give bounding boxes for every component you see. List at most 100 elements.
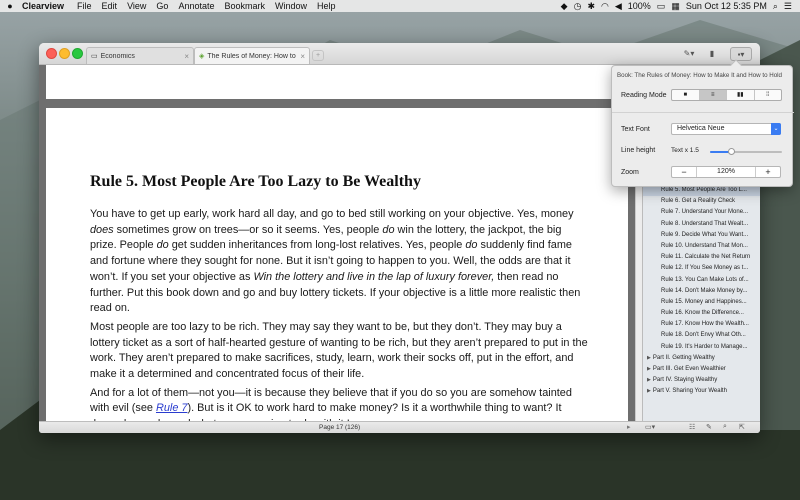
book-icon: ◈ <box>199 53 205 60</box>
evernote-icon[interactable]: ◆ <box>561 1 568 12</box>
menu-bookmark[interactable]: Bookmark <box>219 1 270 11</box>
slider-knob[interactable] <box>728 148 736 155</box>
close-window-button[interactable] <box>46 48 57 59</box>
spotlight-icon[interactable]: ⌕ <box>773 1 778 12</box>
toc-item-label: Rule 12. If You See Money as t... <box>661 265 749 272</box>
toc-part-item[interactable]: ▶ Part III. Get Even Wealthier <box>643 364 760 375</box>
tab-economics[interactable]: ▭ Economics × <box>86 47 194 64</box>
toc-item-label: Rule 19. It's Harder to Manage... <box>661 343 748 350</box>
battery-icon[interactable]: ▭ <box>657 1 666 12</box>
toc-item-label: Rule 5. Most People Are Too L... <box>661 187 747 193</box>
chapter-heading: Rule 5. Most People Are Too Lazy to Be W… <box>90 173 421 190</box>
toc-view-icon[interactable]: ☷ <box>689 423 695 431</box>
status-area: ◆ ◷ ✱ ◠ ◀ 100% ▭ ▦ Sun Oct 12 5:35 PM ⌕ … <box>561 1 800 12</box>
menu-view[interactable]: View <box>122 1 151 11</box>
toc-rule-item[interactable]: Rule 9. Decide What You Want... <box>643 230 760 241</box>
reading-mode-single-page[interactable]: ■ <box>672 90 700 100</box>
paragraph-1: You have to get up early, work hard all … <box>90 208 581 315</box>
sidebar-menu-icon[interactable]: ▭▾ <box>645 423 655 431</box>
volume-icon[interactable]: ◀ <box>615 1 622 12</box>
toc-item-label: Rule 9. Decide What You Want... <box>661 231 749 238</box>
tab-book[interactable]: ◈ The Rules of Money: How to M × <box>194 47 310 64</box>
menu-annotate[interactable]: Annotate <box>173 1 219 11</box>
toc-part-item[interactable]: ▶ Part V. Sharing Your Wealth <box>643 386 760 397</box>
time-machine-icon[interactable]: ◷ <box>574 1 582 12</box>
view-options-button[interactable]: ▪▾ <box>730 47 752 61</box>
toc-item-label: Rule 18. Don't Envy What Oth... <box>661 332 746 339</box>
wifi-icon[interactable]: ◠ <box>601 1 609 12</box>
clock[interactable]: Sun Oct 12 5:35 PM <box>686 1 767 11</box>
menu-help[interactable]: Help <box>312 1 341 11</box>
line-height-slider[interactable] <box>710 148 782 155</box>
toc-part-item[interactable]: ▶ Part II. Getting Wealthy <box>643 353 760 364</box>
previous-page <box>46 65 628 99</box>
toc-rule-item[interactable]: Rule 12. If You See Money as t... <box>643 263 760 274</box>
toc-item-label: Rule 15. Money and Happines... <box>661 298 747 305</box>
zoom-out-button[interactable]: − <box>672 167 696 177</box>
rule-7-link[interactable]: Rule 7 <box>156 402 187 414</box>
bookmark-icon[interactable]: ▮ <box>706 47 718 61</box>
notes-view-icon[interactable]: ✎ <box>706 423 712 431</box>
menu-window[interactable]: Window <box>270 1 312 11</box>
toc-item-label: Rule 6. Get a Reality Check <box>661 198 736 205</box>
battery-percent[interactable]: 100% <box>628 1 651 11</box>
zoom-window-button[interactable] <box>72 48 83 59</box>
reading-mode-grid[interactable]: ⁞⁞ <box>755 90 782 100</box>
apple-icon[interactable]: ● <box>0 1 20 11</box>
close-tab-icon[interactable]: × <box>300 52 305 61</box>
new-tab-button[interactable]: + <box>312 50 324 61</box>
toc-item-label: Rule 17. Know How the Wealth... <box>661 321 749 328</box>
disclosure-triangle-icon[interactable]: ▶ <box>647 355 651 361</box>
annotate-pen-icon[interactable]: ✎▾ <box>682 47 696 61</box>
zoom-in-button[interactable]: + <box>756 167 780 177</box>
current-page: Rule 5. Most People Are Too Lazy to Be W… <box>46 108 628 421</box>
toc-rule-item[interactable]: Rule 14. Don't Make Money by... <box>643 286 760 297</box>
menu-app-name[interactable]: Clearview <box>20 1 72 11</box>
minimize-window-button[interactable] <box>59 48 70 59</box>
export-icon[interactable]: ⇱ <box>739 423 745 431</box>
next-page-icon[interactable]: ▸ <box>627 423 631 431</box>
toc-rule-item[interactable]: Rule 10. Understand That Mon... <box>643 241 760 252</box>
toc-rule-item[interactable]: Rule 18. Don't Envy What Oth... <box>643 330 760 341</box>
disclosure-triangle-icon[interactable]: ▶ <box>647 377 651 383</box>
tab-label: Economics <box>100 52 135 60</box>
reading-mode-segmented-control: ■ ≡ ▮▮ ⁞⁞ <box>671 89 782 101</box>
disclosure-triangle-icon[interactable]: ▶ <box>647 388 651 394</box>
line-height-label: Line height <box>621 147 656 154</box>
toc-part-item[interactable]: ▶ Part IV. Staying Wealthy <box>643 375 760 386</box>
toc-rule-item[interactable]: Rule 7. Understand Your Mone... <box>643 207 760 218</box>
toc-rule-item[interactable]: Rule 6. Get a Reality Check <box>643 196 760 207</box>
reading-mode-two-page[interactable]: ▮▮ <box>727 90 755 100</box>
text-font-select[interactable]: Helvetica Neue ⌄ <box>671 123 781 135</box>
menu-go[interactable]: Go <box>151 1 173 11</box>
paragraph-3: And for a lot of them—not you—it is beca… <box>90 386 572 421</box>
toc-rule-item[interactable]: Rule 15. Money and Happines... <box>643 297 760 308</box>
menu-file[interactable]: File <box>72 1 97 11</box>
toc-item-label: Rule 16. Know the Difference... <box>661 310 744 317</box>
zoom-control: − 120% + <box>671 166 781 178</box>
toc-rule-item[interactable]: Rule 16. Know the Difference... <box>643 308 760 319</box>
toc-item-label: Rule 11. Calculate the Net Return <box>661 254 751 261</box>
zoom-value: 120% <box>696 167 756 177</box>
toc-item-label: Part V. Sharing Your Wealth <box>652 388 727 395</box>
page-indicator: Page 17 (126) <box>319 424 361 431</box>
tab-label: The Rules of Money: How to M <box>207 52 298 60</box>
notification-center-icon[interactable]: ☰ <box>784 1 792 12</box>
toc-rule-item[interactable]: Rule 13. You Can Make Lots of... <box>643 275 760 286</box>
bluetooth-icon[interactable]: ✱ <box>587 1 595 12</box>
toc-rule-item[interactable]: Rule 11. Calculate the Net Return <box>643 252 760 263</box>
disclosure-triangle-icon[interactable]: ▶ <box>647 366 651 372</box>
document-view[interactable]: Rule 5. Most People Are Too Lazy to Be W… <box>39 65 635 421</box>
popover-title: Book: The Rules of Money: How to Make It… <box>617 72 782 79</box>
menu-edit[interactable]: Edit <box>97 1 123 11</box>
reading-mode-scroll[interactable]: ≡ <box>699 90 727 100</box>
toc-rule-item[interactable]: Rule 17. Know How the Wealth... <box>643 319 760 330</box>
toc-rule-item[interactable]: Rule 19. It's Harder to Manage... <box>643 342 760 353</box>
close-tab-icon[interactable]: × <box>184 52 189 61</box>
toc-rule-item[interactable]: Rule 8. Understand That Wealt... <box>643 219 760 230</box>
flag-icon[interactable]: ▦ <box>671 1 680 12</box>
popover-divider <box>612 112 794 113</box>
search-icon[interactable]: ⌕ <box>723 423 727 431</box>
chevron-down-icon: ⌄ <box>771 123 781 135</box>
toc-item-label: Rule 8. Understand That Wealt... <box>661 220 749 227</box>
